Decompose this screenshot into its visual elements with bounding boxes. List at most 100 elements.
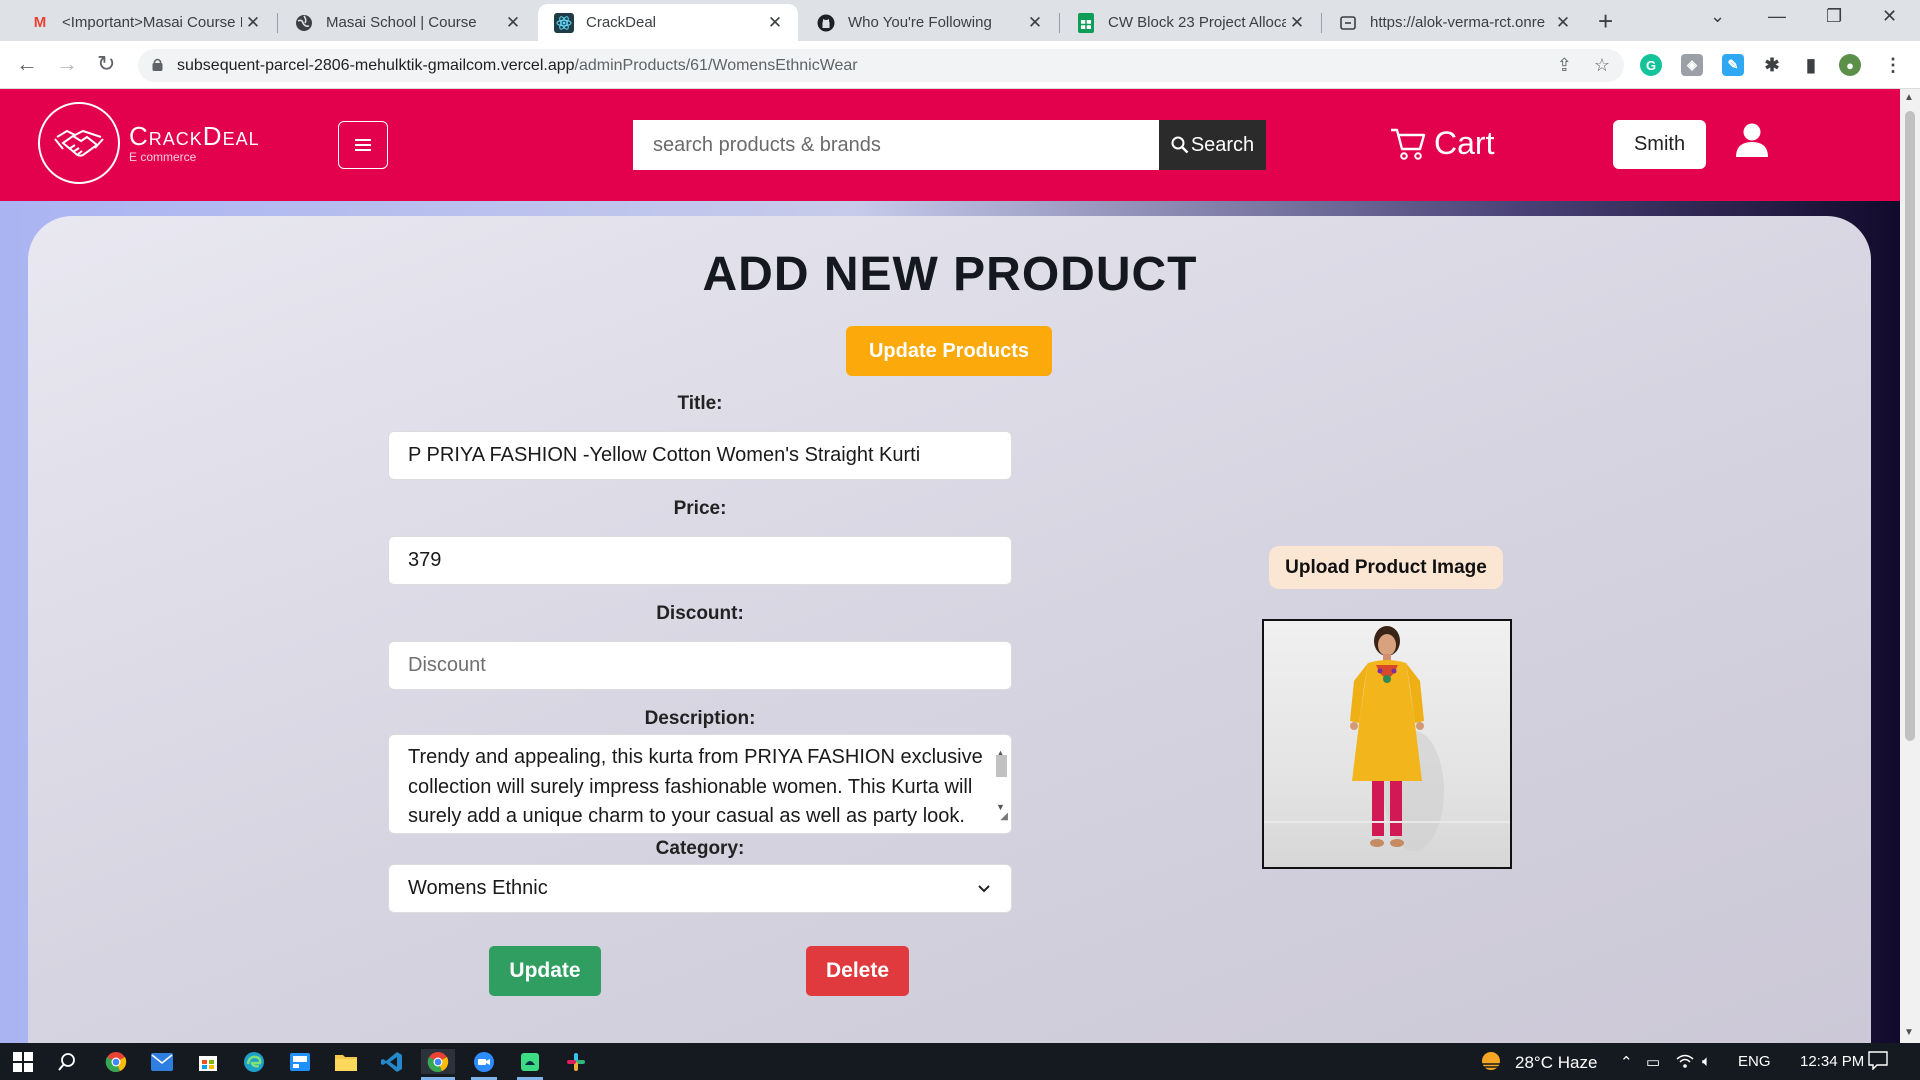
search-button[interactable]: Search	[1159, 120, 1266, 170]
language-indicator[interactable]: ENG	[1738, 1053, 1771, 1070]
upload-product-image-button[interactable]: Upload Product Image	[1269, 546, 1503, 589]
tab-crackdeal[interactable]: CrackDeal ✕	[538, 4, 798, 41]
hamburger-icon	[355, 139, 371, 151]
gmail-icon: M	[33, 14, 47, 31]
forward-arrow-icon[interactable]: →	[56, 51, 78, 77]
description-text: Trendy and appealing, this kurta from PR…	[408, 746, 983, 827]
shield-extension-icon[interactable]: ◈	[1681, 54, 1703, 76]
update-products-button[interactable]: Update Products	[846, 326, 1052, 376]
close-tab-icon[interactable]: ✕	[242, 13, 264, 33]
tab-masai-course-mail[interactable]: M <Important>Masai Course I ✕	[14, 4, 276, 41]
close-tab-icon[interactable]: ✕	[764, 13, 786, 33]
tab-title: Masai School | Course	[326, 14, 477, 31]
scroll-down-arrow-icon[interactable]: ▼	[1904, 1027, 1914, 1038]
zoom-icon[interactable]	[471, 1049, 497, 1074]
scroll-up-arrow-icon[interactable]: ▲	[1904, 92, 1914, 103]
close-tab-icon[interactable]: ✕	[1024, 13, 1046, 33]
edge-icon[interactable]	[241, 1049, 267, 1074]
price-input[interactable]: 379	[388, 536, 1012, 585]
textarea-scroll-thumb[interactable]	[996, 755, 1007, 777]
textarea-scrollbar[interactable]: ▲ ▼	[993, 737, 1009, 812]
globe-icon	[294, 13, 314, 33]
description-textarea[interactable]: Trendy and appealing, this kurta from PR…	[388, 734, 1012, 834]
user-name-button[interactable]: Smith	[1613, 120, 1706, 169]
share-icon[interactable]: ⇪	[1557, 55, 1572, 76]
photos-app-icon[interactable]	[287, 1049, 313, 1074]
back-arrow-icon[interactable]: ←	[16, 51, 38, 77]
page-scrollbar[interactable]: ▲ ▼	[1900, 89, 1920, 1043]
tab-title: CW Block 23 Project Alloca	[1108, 14, 1286, 31]
url-path: /adminProducts/61/WomensEthnicWear	[574, 56, 858, 74]
tab-search-chevron-icon[interactable]: ⌄	[1710, 6, 1725, 27]
clock-time[interactable]: 12:34 PM	[1800, 1053, 1864, 1070]
react-icon	[554, 12, 574, 33]
description-label: Description:	[644, 708, 756, 729]
resize-grip-icon[interactable]: ◢	[1000, 802, 1008, 832]
product-image	[1262, 619, 1512, 869]
tab-title: https://alok-verma-rct.onre	[1370, 14, 1546, 31]
hamburger-menu-button[interactable]	[338, 121, 388, 169]
update-button[interactable]: Update	[489, 946, 601, 996]
tab-who-youre-following[interactable]: Who You're Following ✕	[800, 4, 1058, 41]
bookmark-star-icon[interactable]: ☆	[1594, 55, 1610, 76]
notifications-icon[interactable]	[1868, 1050, 1888, 1074]
handshake-logo-icon[interactable]	[38, 102, 120, 184]
browser-menu-icon[interactable]: ⋮	[1882, 54, 1904, 76]
slack-icon[interactable]	[563, 1049, 589, 1074]
battery-icon[interactable]: ▭	[1646, 1053, 1660, 1071]
file-explorer-icon[interactable]	[333, 1049, 359, 1074]
user-profile-icon[interactable]	[1734, 122, 1770, 163]
cart-link[interactable]: Cart	[1390, 125, 1494, 162]
discount-input[interactable]: Discount	[388, 641, 1012, 690]
title-label: Title:	[677, 393, 723, 414]
category-select[interactable]: Womens Ethnic	[388, 864, 1012, 913]
windows-start-icon[interactable]	[10, 1049, 36, 1074]
delete-button[interactable]: Delete	[806, 946, 909, 996]
mail-icon[interactable]	[149, 1049, 175, 1074]
page-scroll-thumb[interactable]	[1905, 111, 1915, 741]
search-button-label: Search	[1190, 133, 1255, 156]
tab-title: Who You're Following	[848, 14, 992, 31]
windows-taskbar: 28°C Haze ⌃ ▭ 🔈︎ ENG 12:34 PM	[0, 1043, 1920, 1080]
extensions-puzzle-icon[interactable]: ✱	[1761, 54, 1783, 76]
weather-text[interactable]: 28°C Haze	[1515, 1053, 1597, 1073]
weather-sun-icon[interactable]	[1477, 1048, 1505, 1078]
tab-title: <Important>Masai Course I	[62, 14, 242, 31]
close-tab-icon[interactable]: ✕	[1286, 13, 1308, 33]
grammarly-extension-icon[interactable]: G	[1640, 54, 1662, 76]
volume-icon[interactable]: 🔈︎	[1702, 1053, 1711, 1070]
wifi-icon[interactable]	[1676, 1053, 1694, 1073]
side-panel-icon[interactable]: ▮	[1800, 54, 1822, 76]
minimize-icon[interactable]: —	[1768, 6, 1786, 27]
address-bar[interactable]: subsequent-parcel-2806-mehulktik-gmailco…	[138, 49, 1624, 82]
chevron-up-icon[interactable]: ⌃	[1620, 1053, 1633, 1071]
close-tab-icon[interactable]: ✕	[502, 13, 524, 33]
chrome-icon[interactable]	[103, 1049, 129, 1074]
tab-masai-school-course[interactable]: Masai School | Course ✕	[278, 4, 536, 41]
store-icon[interactable]	[195, 1049, 221, 1074]
chrome-active-icon[interactable]	[421, 1049, 455, 1074]
logo-tagline: E commerce	[129, 150, 197, 164]
category-selected-value: Womens Ethnic	[408, 877, 548, 899]
search-icon[interactable]	[54, 1049, 80, 1074]
search-input[interactable]	[633, 120, 1159, 170]
tab-title: CrackDeal	[586, 14, 657, 31]
vscode-icon[interactable]	[379, 1049, 405, 1074]
android-studio-icon[interactable]	[517, 1049, 543, 1074]
title-input[interactable]: P PRIYA FASHION -Yellow Cotton Women's S…	[388, 431, 1012, 480]
reload-icon[interactable]: ↻	[97, 51, 115, 77]
close-tab-icon[interactable]: ✕	[1552, 13, 1574, 33]
new-tab-plus-icon[interactable]: +	[1598, 6, 1613, 37]
close-window-icon[interactable]: ✕	[1882, 6, 1897, 27]
pen-extension-icon[interactable]: ✎	[1722, 54, 1744, 76]
sheets-icon	[1076, 12, 1096, 33]
restore-icon[interactable]: ❐	[1826, 6, 1842, 27]
cart-label: Cart	[1434, 125, 1495, 161]
profile-avatar[interactable]: ●	[1839, 54, 1861, 76]
tab-alok-verma[interactable]: https://alok-verma-rct.onre ✕	[1322, 4, 1586, 41]
logo-name[interactable]: CrackDeal	[129, 121, 260, 152]
site-header: CrackDeal E commerce Search Cart Smith	[0, 89, 1900, 201]
chevron-down-icon	[978, 885, 990, 893]
cart-icon	[1391, 128, 1426, 160]
tab-cw-block-project[interactable]: CW Block 23 Project Alloca ✕	[1060, 4, 1320, 41]
